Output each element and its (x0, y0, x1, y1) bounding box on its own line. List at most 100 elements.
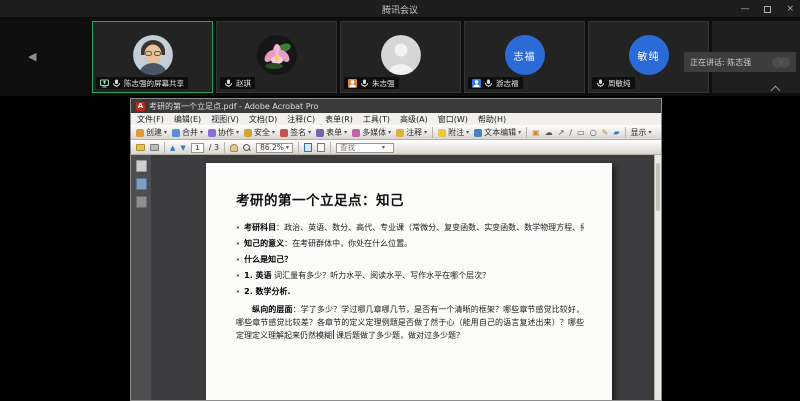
line-tool-icon[interactable]: ∕ (569, 128, 572, 138)
zoom-level-select[interactable]: 86.2% ▾ (256, 143, 293, 153)
task-创建-icon (136, 129, 144, 137)
marquee-zoom-icon[interactable] (243, 144, 251, 152)
toolbar-separator (432, 127, 433, 138)
menu-item[interactable]: 高级(A) (400, 114, 428, 125)
task-合并-label: 合并 (182, 127, 198, 138)
task-表单-button[interactable]: 表单▾ (316, 127, 347, 138)
cohost-badge-icon (472, 79, 481, 88)
menu-item[interactable]: 帮助(H) (478, 114, 506, 125)
chevron-down-icon: ▾ (424, 129, 427, 136)
menu-item[interactable]: 工具(T) (363, 114, 390, 125)
bullet-lead: 考研科目 (244, 223, 276, 232)
previous-page-icon[interactable]: ▲ (170, 144, 175, 152)
acrobat-menubar: 文件(F) 编辑(E) 视图(V) 文档(D) 注释(C) 表单(R) 工具(T) 高级(A)… (131, 113, 661, 125)
task-注释-icon (396, 129, 404, 137)
menu-item[interactable]: 注释(C) (287, 114, 315, 125)
collapse-strip-left-icon[interactable]: ◀ (28, 50, 36, 63)
highlight-tool-icon[interactable]: ▰ (613, 128, 619, 138)
bullet-lead: 知己的意义 (244, 239, 284, 248)
zoom-level-value: 86.2% (260, 143, 284, 152)
participant-tile[interactable]: 赵琪 (216, 21, 337, 93)
menu-item[interactable]: 表单(R) (325, 114, 353, 125)
menu-item[interactable]: 文件(F) (137, 114, 164, 125)
stamp-tool-icon[interactable]: ▣ (532, 128, 540, 138)
toolbar-separator (625, 127, 626, 138)
single-page-layout-icon[interactable] (304, 143, 312, 152)
menu-item[interactable]: 窗口(W) (438, 114, 468, 125)
cloud-tool-icon[interactable]: ☁ (545, 128, 553, 138)
comment-附注-label: 附注 (448, 127, 464, 138)
task-安全-label: 安全 (254, 127, 270, 138)
screenshare-icon (100, 79, 109, 88)
rectangle-tool-icon[interactable]: ▭ (577, 128, 585, 138)
maximize-button[interactable] (764, 6, 771, 13)
page-number-input[interactable] (191, 143, 204, 153)
acrobat-titlebar: A 考研的第一个立足点.pdf - Adobe Acrobat Pro (131, 99, 661, 113)
participant-label: 陈志强的屏幕共享 (96, 77, 188, 89)
participant-tile[interactable]: 朱志强 (340, 21, 461, 93)
initials-avatar: 志福 (505, 35, 545, 75)
bullet-lead: 1. 英语 (244, 271, 271, 280)
find-input[interactable] (340, 143, 380, 152)
arrow-tool-icon[interactable]: ↗ (558, 128, 565, 138)
acrobat-navigation-pane (131, 155, 151, 400)
bullet-text: ：政治、英语、数分、高代、专业课（常微分、复变函数、实变函数、数学物理方程、拓扑… (276, 223, 584, 232)
task-协作-button[interactable]: 协作▾ (208, 127, 239, 138)
find-box[interactable]: ▾ (336, 143, 394, 153)
open-file-icon[interactable] (136, 144, 145, 151)
participant-name: 赵琪 (236, 78, 251, 89)
hand-tool-icon[interactable] (230, 144, 238, 152)
menu-item[interactable]: 文档(D) (249, 114, 277, 125)
chevron-down-icon: ▾ (518, 129, 521, 136)
pdf-paragraph: 纵向的层面：学了多少？学过哪几章哪几节，是否有一个清晰的框架？哪些章节感觉比较好… (236, 303, 584, 342)
bookmarks-panel-icon[interactable] (136, 178, 147, 190)
participant-tile[interactable]: 陈志强的屏幕共享 (92, 21, 213, 93)
task-表单-icon (316, 129, 324, 137)
task-注释-button[interactable]: 注释▾ (396, 127, 427, 138)
acrobat-window-title: 考研的第一个立足点.pdf - Adobe Acrobat Pro (149, 101, 318, 112)
menu-item[interactable]: 视图(V) (211, 114, 239, 125)
participant-label: 周敏纯 (592, 77, 635, 89)
comment-文本编辑-button[interactable]: 文本编辑▾ (474, 127, 521, 138)
print-icon[interactable] (150, 144, 159, 151)
mic-icon (360, 79, 369, 88)
layers-panel-icon[interactable] (136, 196, 147, 208)
task-签名-label: 签名 (290, 127, 306, 138)
task-签名-button[interactable]: 签名▾ (280, 127, 311, 138)
toolbar-separator (526, 127, 527, 138)
close-button[interactable]: × (786, 4, 794, 14)
task-安全-button[interactable]: 安全▾ (244, 127, 275, 138)
participant-name: 朱志强 (372, 78, 395, 89)
placeholder-avatar (381, 35, 421, 75)
task-安全-icon (244, 129, 252, 137)
video-strip: ◀ 陈志强的屏幕共享赵琪朱志强志福游志福敏纯周敏纯 正在讲话: 陈志强 (0, 18, 800, 96)
minimize-button[interactable]: — (740, 4, 749, 14)
task-注释-label: 注释 (406, 127, 422, 138)
participant-tile[interactable]: 志福游志福 (464, 21, 585, 93)
comment-附注-button[interactable]: 附注▾ (438, 127, 469, 138)
task-创建-button[interactable]: 创建▾ (136, 127, 167, 138)
avatar (779, 57, 790, 68)
task-多媒体-button[interactable]: 多媒体▾ (352, 127, 391, 138)
chevron-down-icon: ▾ (308, 129, 311, 136)
bullet-item: 考研科目：政治、英语、数分、高代、专业课（常微分、复变函数、实变函数、数学物理方… (236, 220, 584, 236)
bullet-item: 什么是知己？ (236, 252, 584, 268)
bullet-lead: 什么是知己？ (244, 255, 292, 264)
next-page-icon[interactable]: ▼ (180, 144, 185, 152)
document-scrollbar[interactable] (654, 155, 661, 400)
speaking-indicator: 正在讲话: 陈志强 (684, 52, 796, 72)
oval-tool-icon[interactable]: ○ (590, 128, 597, 138)
pages-panel-icon[interactable] (136, 160, 147, 172)
task-合并-button[interactable]: 合并▾ (172, 127, 203, 138)
comment-文本编辑-icon (474, 129, 482, 137)
menu-item[interactable]: 编辑(E) (174, 114, 201, 125)
continuous-layout-icon[interactable] (317, 143, 325, 152)
collapse-strip-up-icon[interactable] (771, 84, 780, 93)
comment-文本编辑-label: 文本编辑 (484, 127, 516, 138)
chevron-down-icon: ▾ (344, 129, 347, 136)
pencil-tool-icon[interactable]: ✎ (602, 128, 609, 138)
task-表单-label: 表单 (326, 127, 342, 138)
show-comments-button[interactable]: 显示▾ (631, 127, 652, 138)
mic-icon (596, 79, 605, 88)
scrollbar-thumb[interactable] (656, 163, 660, 211)
